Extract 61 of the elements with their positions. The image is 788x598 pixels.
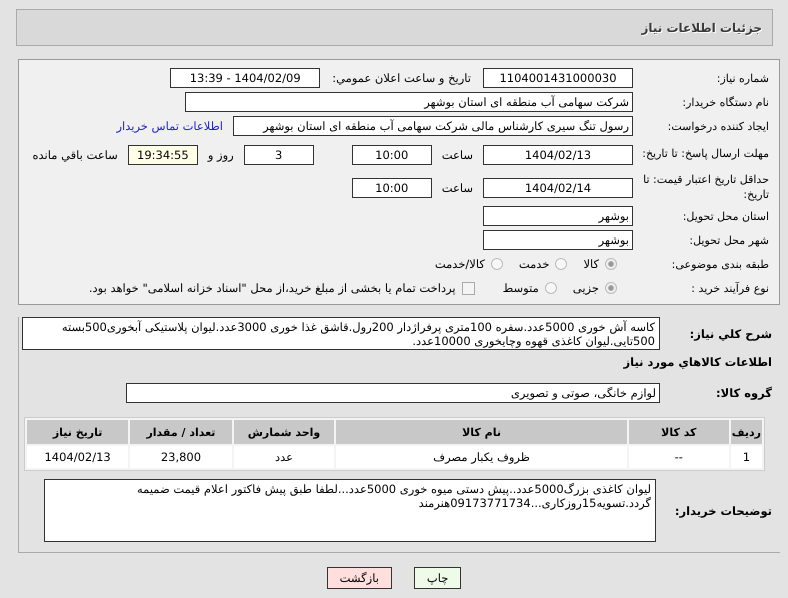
deadline-date-field: 1404/02/13 xyxy=(483,144,633,164)
validity-date-field: 1404/02/14 xyxy=(483,178,633,198)
column-header: تعداد / مقدار xyxy=(130,420,232,444)
city-field: بوشهر xyxy=(483,230,633,250)
table-cell: 23,800 xyxy=(130,446,232,468)
time-label: ساعت xyxy=(442,180,473,194)
print-button[interactable]: چاپ xyxy=(414,567,462,589)
field-label: شرح کلي نياز: xyxy=(688,326,773,340)
option-label: متوسط xyxy=(502,281,539,295)
goods-group-field: لوازم خانگی، صوتی و تصویری xyxy=(126,383,660,403)
buyer-contact-link[interactable]: اطلاعات تماس خریدار xyxy=(116,119,223,133)
field-label: نوع فرآیند خرید : xyxy=(690,282,770,294)
radio-button[interactable] xyxy=(605,282,617,294)
days-label: روز و xyxy=(208,148,234,162)
table-cell: -- xyxy=(628,446,729,468)
announce-date-field: 1404/02/09 - 13:39 xyxy=(170,68,320,88)
field-label: ایجاد کننده درخواست: xyxy=(666,120,770,132)
option-label: کالا xyxy=(583,257,599,271)
remaining-label: ساعت باقي مانده xyxy=(32,148,118,162)
column-header: تاریخ نیاز xyxy=(27,420,128,444)
page-title: جزئیات اطلاعات نیاز xyxy=(641,20,762,34)
table-cell: ظروف یکبار مصرف xyxy=(336,446,627,468)
checkbox-label: پرداخت تمام یا بخشی از مبلغ خرید،از محل "اسناد خزانه اسلامی" خواهد بود. xyxy=(88,281,456,295)
back-button[interactable]: بازگشت xyxy=(326,567,392,589)
creator-field: رسول تنگ سیری کارشناس مالی شرکت سهامی آب منطقه ای استان بوشهر xyxy=(233,116,633,136)
checkbox[interactable] xyxy=(462,282,475,294)
buyer-name-field: شرکت سهامی آب منطقه ای استان بوشهر xyxy=(185,92,633,112)
option-label: جزیی xyxy=(572,281,599,295)
field-label: گروه کالا: xyxy=(715,386,773,400)
field-label: شماره نیاز: xyxy=(716,72,770,84)
field-label: نام دستگاه خریدار: xyxy=(681,96,770,108)
need-number-field: 1104001431000030 xyxy=(483,68,633,88)
radio-button[interactable] xyxy=(490,258,503,270)
field-label: تاریخ و ساعت اعلان عمومي: xyxy=(332,71,471,85)
field-label: شهر محل تحویل: xyxy=(688,234,770,246)
radio-button[interactable] xyxy=(544,282,557,294)
table-cell: عدد xyxy=(234,446,334,468)
table-cell: 1 xyxy=(730,446,762,468)
days-field: 3 xyxy=(244,144,314,164)
summary-text-area[interactable]: کاسه آش خوری 5000عدد.سفره 100متری پرفراژدار 200رول.قاشق غذا خوری 3000عدد.لیوان پلاستیکی آبخوری500بسته 500تایی.لیوان کاغذی قهوه وچایخوری 10000عدد. xyxy=(22,317,660,350)
field-label: طبقه بندی موضوعی: xyxy=(670,258,770,270)
column-header: واحد شمارش xyxy=(234,420,334,444)
validity-time-field: 10:00 xyxy=(352,178,432,198)
field-label: استان محل تحویل: xyxy=(682,210,770,222)
radio-button[interactable] xyxy=(605,258,617,270)
time-label: ساعت xyxy=(442,148,473,162)
field-label: حداقل تاریخ اعتبار قیمت: تا تاریخ: xyxy=(642,172,770,202)
column-header: نام کالا xyxy=(336,420,627,444)
column-header: ردیف xyxy=(730,420,762,444)
buyer-notes-area[interactable]: لیوان کاغذی بزرگ5000عدد..پیش دستی میوه خوری 5000عدد...لطفا طبق پیش فاکتور اعلام قیمت ضمیمه گردد.تسویه15روزکاری...09173771734هنرمند xyxy=(44,479,656,542)
field-label: مهلت ارسال پاسخ: تا تاریخ: xyxy=(641,147,770,162)
radio-button[interactable] xyxy=(555,258,568,270)
table-cell: 1404/02/13 xyxy=(27,446,128,468)
deadline-time-field: 10:00 xyxy=(352,144,432,164)
province-field: بوشهر xyxy=(483,206,633,226)
section-heading: اطلاعات کالاهاي مورد نياز xyxy=(622,354,773,369)
option-label: خدمت xyxy=(518,257,550,271)
remaining-time-field: 19:34:55 xyxy=(128,144,198,164)
column-header: کد کالا xyxy=(628,420,729,444)
field-label: توضیحات خریدار: xyxy=(674,504,773,518)
option-label: کالا/خدمت xyxy=(434,257,485,271)
